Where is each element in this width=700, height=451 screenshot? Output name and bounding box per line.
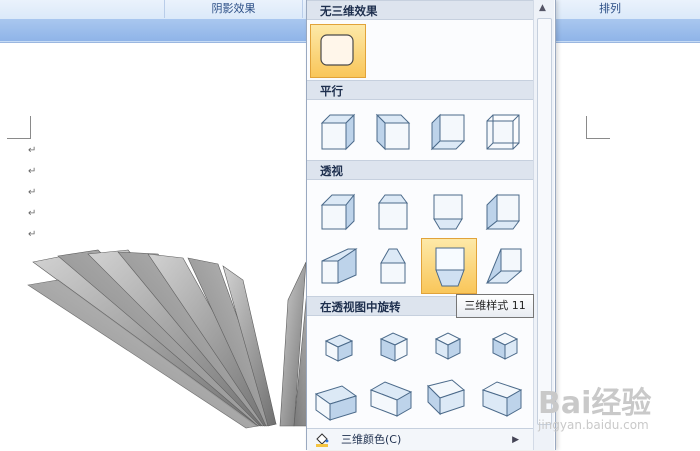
style-rotation-7[interactable] [419,372,473,424]
watermark: Bai经验 jingyan.baidu.com [538,378,688,438]
rotated-cube-icon [379,332,409,362]
3d-color-menu-item[interactable]: 三维颜色(C) ▶ [307,428,533,450]
cube-icon [486,114,520,150]
tooltip: 三维样式 11 [456,294,534,318]
style-rotation-5[interactable] [309,372,363,424]
no-3d-icon [320,34,354,66]
style-perspective-4[interactable] [477,184,527,236]
style-rotation-4[interactable] [477,320,527,372]
paragraph-mark: ↵ [28,166,37,177]
crop-mark-right-v [586,116,587,138]
style-rotation-3[interactable] [422,320,472,372]
section-no-3d: 无三维效果 [307,0,533,20]
perspective-cube-icon [320,193,356,231]
3d-effects-gallery: 无三维效果 平行 透视 在透视图中旋转 三维颜色(C) ▶ ▲ [306,0,556,450]
watermark-url: jingyan.baidu.com [538,418,649,432]
cube-icon [375,113,411,151]
perspective-cube-icon [485,193,520,231]
perspective-cube-icon [378,194,408,230]
style-perspective-1[interactable] [312,184,362,236]
watermark-brand: Bai经验 [538,386,652,421]
cube-icon [430,113,466,151]
ribbon-group-1[interactable] [0,0,165,18]
paragraph-mark: ↵ [28,145,37,156]
style-perspective-8[interactable] [477,238,527,290]
paint-bucket-icon [316,433,329,447]
rotated-cube-icon [481,381,523,417]
style-rotation-1[interactable] [312,320,362,372]
ribbon-group-shadow-effects[interactable]: 阴影效果 [165,0,303,18]
perspective-cube-icon [435,247,465,287]
perspective-cube-icon [321,248,358,284]
style-parallel-3[interactable] [422,104,472,156]
style-rotation-8[interactable] [474,372,528,424]
style-perspective-5[interactable] [312,238,362,290]
paragraph-mark: ↵ [28,208,37,219]
style-perspective-2[interactable] [367,184,417,236]
rotated-cube-icon [491,332,519,360]
section-parallel: 平行 [307,80,533,100]
style-perspective-3[interactable] [422,184,472,236]
ribbon-group-arrange[interactable]: 排列 [555,0,665,18]
crop-mark-left-v [30,116,31,138]
chevron-right-icon: ▶ [512,435,519,445]
crop-mark-right-h [586,138,610,139]
style-no-3d[interactable] [310,24,366,78]
style-perspective-11-selected[interactable] [421,238,477,294]
perspective-cube-icon [433,194,463,230]
perspective-cube-icon [380,248,406,284]
rotated-cube-icon [369,381,413,417]
rotated-cube-icon [427,379,466,416]
paragraph-mark: ↵ [28,187,37,198]
style-parallel-1[interactable] [312,104,362,156]
cube-icon [320,113,356,151]
style-rotation-2[interactable] [367,320,417,372]
style-perspective-6[interactable] [367,238,417,290]
scrollbar-thumb[interactable] [537,18,552,425]
rotated-cube-icon [434,332,462,360]
rotated-cube-icon [314,385,358,421]
style-parallel-2[interactable] [367,104,417,156]
section-perspective: 透视 [307,160,533,180]
3d-color-label: 三维颜色(C) [341,433,402,446]
rotated-cube-icon [324,334,354,362]
perspective-cube-icon [485,248,523,284]
style-rotation-6[interactable] [364,372,418,424]
paragraph-mark: ↵ [28,229,37,240]
style-parallel-4[interactable] [477,104,527,156]
crop-mark-left-h [7,138,31,139]
scroll-up-arrow-icon[interactable]: ▲ [539,3,546,13]
3d-shape-drawing[interactable] [18,240,318,430]
